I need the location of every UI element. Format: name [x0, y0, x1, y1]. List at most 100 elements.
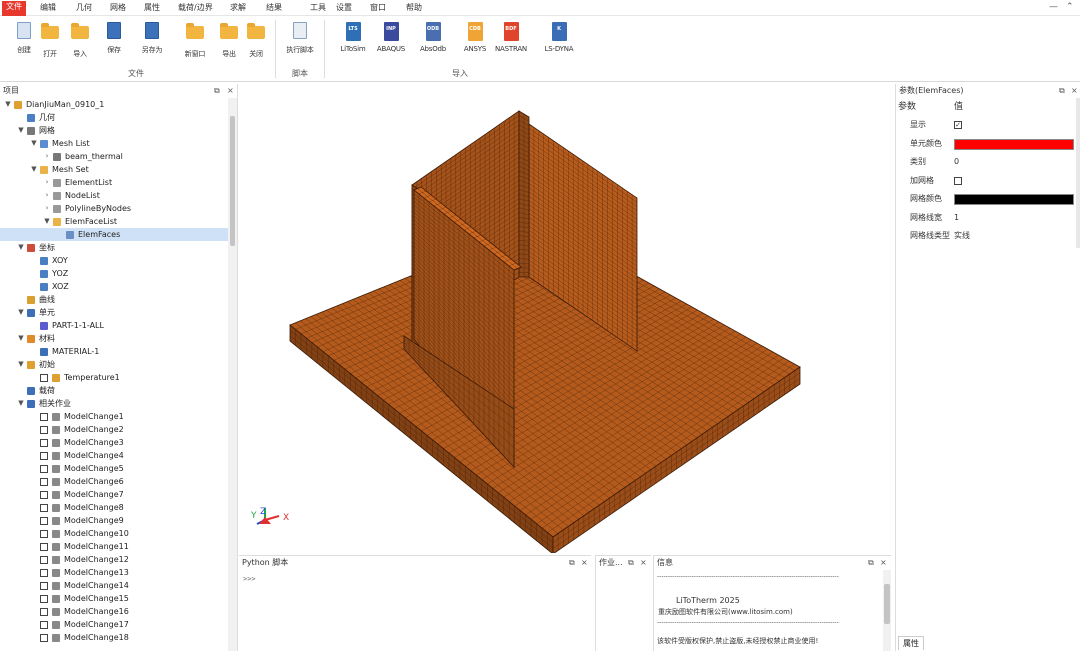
float-icon[interactable]: ⧉ — [628, 556, 634, 570]
import-ls-dyna-button[interactable]: K LS-DYNA — [541, 22, 577, 64]
3d-viewport[interactable]: Y Z X — [239, 84, 891, 555]
visibility-checkbox[interactable] — [40, 621, 48, 629]
tree-item[interactable]: ▼ 材料 — [0, 332, 228, 345]
chevron-right-icon[interactable]: › — [43, 189, 51, 202]
import-ansys-button[interactable]: CDB ANSYS — [457, 22, 493, 64]
tree-item[interactable]: 载荷 — [0, 384, 228, 397]
tree-item[interactable]: ModelChange8 — [0, 501, 228, 514]
scrollbar-thumb[interactable] — [230, 116, 235, 246]
visibility-checkbox[interactable] — [40, 634, 48, 642]
minimize-icon[interactable]: — — [1049, 2, 1058, 12]
tree-scrollbar[interactable] — [228, 98, 237, 651]
tree-item[interactable]: ▼ 网格 — [0, 124, 228, 137]
float-icon[interactable]: ⧉ — [868, 556, 874, 570]
menu-help[interactable]: 帮助 — [402, 2, 426, 16]
visibility-checkbox[interactable] — [40, 465, 48, 473]
chevron-right-icon[interactable]: › — [43, 176, 51, 189]
close-icon[interactable]: × — [640, 556, 647, 570]
menu-geometry[interactable]: 几何 — [72, 2, 96, 16]
visibility-checkbox[interactable] — [40, 530, 48, 538]
param-value[interactable]: 1 — [954, 209, 959, 227]
visibility-checkbox[interactable] — [40, 413, 48, 421]
chevron-down-icon[interactable]: ▼ — [17, 306, 25, 319]
visibility-checkbox[interactable] — [40, 426, 48, 434]
chevron-right-icon[interactable]: › — [43, 150, 51, 163]
chevron-down-icon[interactable]: ▼ — [17, 241, 25, 254]
collapse-ribbon-icon[interactable]: ⌃ — [1066, 2, 1074, 12]
visibility-checkbox[interactable] — [40, 452, 48, 460]
python-prompt[interactable]: >>> — [243, 575, 256, 583]
visibility-checkbox[interactable] — [40, 595, 48, 603]
run-script-button[interactable]: 执行脚本 — [282, 22, 318, 64]
menu-property[interactable]: 属性 — [140, 2, 164, 16]
close-icon[interactable]: × — [880, 556, 887, 570]
tree-item[interactable]: ModelChange14 — [0, 579, 228, 592]
tree-item[interactable]: ▼ ElemFaceList — [0, 215, 228, 228]
output-scrollbar[interactable] — [883, 570, 891, 651]
tree-item[interactable]: ▼ 单元 — [0, 306, 228, 319]
save-button[interactable]: 保存 — [96, 22, 132, 64]
chevron-down-icon[interactable]: ▼ — [17, 397, 25, 410]
float-icon[interactable]: ⧉ — [1059, 84, 1065, 98]
menu-result[interactable]: 结果 — [262, 2, 286, 16]
tree-item[interactable]: ElemFaces — [0, 228, 228, 241]
tree-item[interactable]: ModelChange15 — [0, 592, 228, 605]
float-icon[interactable]: ⧉ — [569, 556, 575, 570]
chevron-down-icon[interactable]: ▼ — [30, 137, 38, 150]
chevron-down-icon[interactable]: ▼ — [4, 98, 12, 111]
menu-load-bc[interactable]: 载荷/边界 — [174, 2, 217, 16]
tree-item[interactable]: ModelChange2 — [0, 423, 228, 436]
visibility-checkbox[interactable] — [40, 543, 48, 551]
visibility-checkbox[interactable] — [40, 582, 48, 590]
visibility-checkbox[interactable] — [40, 374, 48, 382]
close-icon[interactable]: × — [581, 556, 588, 570]
chevron-right-icon[interactable]: › — [43, 202, 51, 215]
param-scrollbar[interactable] — [1076, 98, 1080, 248]
tree-item[interactable]: ModelChange11 — [0, 540, 228, 553]
visibility-checkbox[interactable] — [40, 556, 48, 564]
tree-item[interactable]: 几何 — [0, 111, 228, 124]
menu-solve[interactable]: 求解 — [226, 2, 250, 16]
close-project-button[interactable]: 关闭 — [238, 22, 274, 64]
import-model-button[interactable]: 导入 — [62, 22, 98, 64]
mesh-model[interactable] — [239, 84, 891, 555]
tree-item[interactable]: ModelChange4 — [0, 449, 228, 462]
tree-item[interactable]: XOY — [0, 254, 228, 267]
import-nastran-button[interactable]: BDF NASTRAN — [493, 22, 529, 64]
tree-item[interactable]: ModelChange6 — [0, 475, 228, 488]
tree-item[interactable]: YOZ — [0, 267, 228, 280]
chevron-down-icon[interactable]: ▼ — [43, 215, 51, 228]
menu-tools[interactable]: 工具 — [306, 2, 330, 16]
tree-item[interactable]: ModelChange10 — [0, 527, 228, 540]
param-value[interactable]: 实线 — [954, 227, 970, 245]
import-absodb-button[interactable]: ODB AbsOdb — [415, 22, 451, 64]
visibility-checkbox[interactable] — [40, 517, 48, 525]
menu-settings[interactable]: 设置 — [332, 2, 356, 16]
wall-corner-face[interactable] — [518, 110, 530, 278]
tree-item[interactable]: ModelChange12 — [0, 553, 228, 566]
menu-mesh[interactable]: 网格 — [106, 2, 130, 16]
scrollbar-thumb[interactable] — [884, 584, 890, 624]
visibility-checkbox[interactable] — [40, 608, 48, 616]
tree-item[interactable]: ▼ Mesh List — [0, 137, 228, 150]
visibility-checkbox[interactable] — [40, 491, 48, 499]
tree-item[interactable]: ModelChange17 — [0, 618, 228, 631]
param-checkbox[interactable] — [954, 176, 962, 185]
tree-item[interactable]: MATERIAL-1 — [0, 345, 228, 358]
color-swatch[interactable] — [954, 194, 1074, 205]
chevron-down-icon[interactable]: ▼ — [17, 358, 25, 371]
menu-edit[interactable]: 编辑 — [36, 2, 60, 16]
tree-item[interactable]: ModelChange5 — [0, 462, 228, 475]
tree-item[interactable]: 曲线 — [0, 293, 228, 306]
tab-properties[interactable]: 属性 — [898, 636, 924, 650]
new-window-button[interactable]: 新窗口 — [177, 22, 213, 64]
import-litosim-button[interactable]: LTS LiToSim — [335, 22, 371, 64]
param-value[interactable]: 0 — [954, 153, 959, 171]
tree-item[interactable]: › PolylineByNodes — [0, 202, 228, 215]
tree-item[interactable]: ▼ 坐标 — [0, 241, 228, 254]
tree-item[interactable]: ModelChange9 — [0, 514, 228, 527]
tree-item[interactable]: › NodeList — [0, 189, 228, 202]
tree-item[interactable]: ModelChange18 — [0, 631, 228, 644]
import-abaqus-button[interactable]: INP ABAQUS — [373, 22, 409, 64]
tree-item[interactable]: PART-1-1-ALL — [0, 319, 228, 332]
